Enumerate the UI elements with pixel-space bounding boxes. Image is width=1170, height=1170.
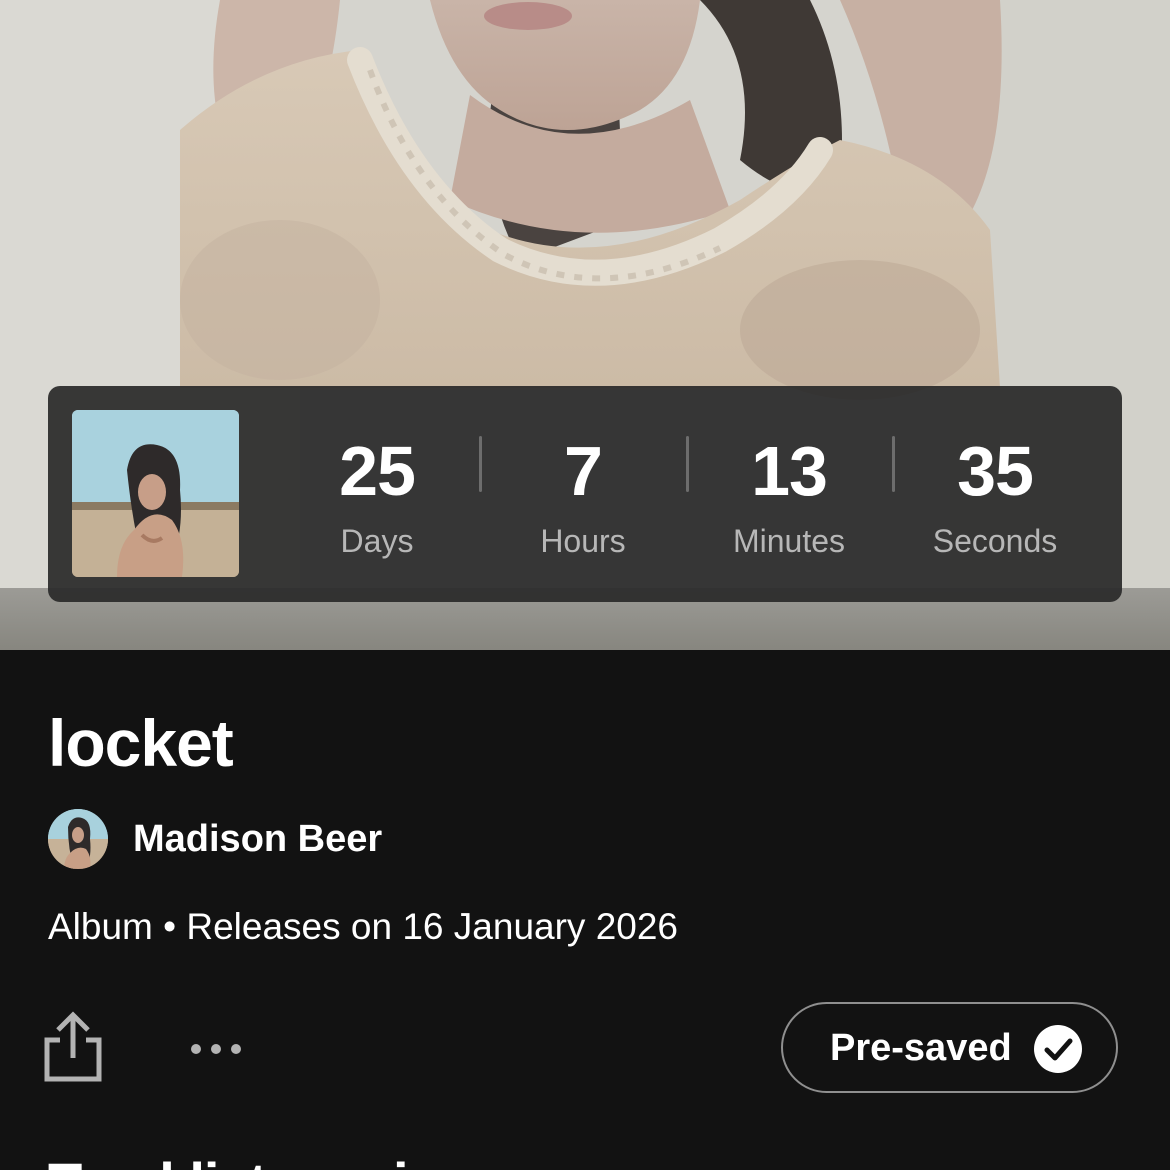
countdown-days-value: 25: [339, 432, 416, 510]
countdown-days-label: Days: [340, 523, 414, 559]
share-icon: [44, 1011, 102, 1082]
countdown-hours: 7 Hours: [483, 426, 683, 564]
more-options-button[interactable]: [180, 1030, 252, 1070]
countdown-hours-label: Hours: [540, 523, 626, 559]
countdown-days: 25 Days: [277, 426, 477, 564]
countdown-seconds: 35 Seconds: [895, 426, 1095, 564]
artist-avatar: [48, 809, 108, 869]
artist-avatar-photo: [48, 809, 108, 869]
countdown-divider: [479, 436, 482, 492]
artist-name: Madison Beer: [133, 818, 383, 860]
countdown-minutes-label: Minutes: [732, 523, 846, 559]
countdown-card: 25 Days 7 Hours 13 Minutes 35 Seconds: [48, 386, 1122, 602]
album-cover-thumbnail: [72, 410, 239, 577]
more-icon: [191, 1044, 241, 1054]
check-circle-icon: [1034, 1025, 1082, 1073]
album-title: locket: [48, 706, 234, 780]
album-cover-photo: [72, 410, 239, 577]
countdown-seconds-label: Seconds: [932, 523, 1058, 559]
release-info: Album • Releases on 16 January 2026: [48, 906, 679, 947]
album-presave-page: 25 Days 7 Hours 13 Minutes 35 Seconds lo…: [0, 0, 1170, 1170]
countdown-minutes-value: 13: [751, 432, 828, 510]
countdown-seconds-value: 35: [957, 432, 1034, 510]
countdown-hours-value: 7: [564, 432, 603, 510]
presaved-label: Pre-saved: [830, 1026, 1012, 1069]
countdown-minutes: 13 Minutes: [689, 426, 889, 564]
share-button[interactable]: [40, 1008, 106, 1084]
presaved-button[interactable]: Pre-saved: [781, 1002, 1118, 1093]
hero-image: 25 Days 7 Hours 13 Minutes 35 Seconds: [0, 0, 1170, 650]
tracklist-heading: Tracklist coming soon: [48, 1148, 619, 1170]
artist-link[interactable]: Madison Beer: [48, 808, 382, 870]
